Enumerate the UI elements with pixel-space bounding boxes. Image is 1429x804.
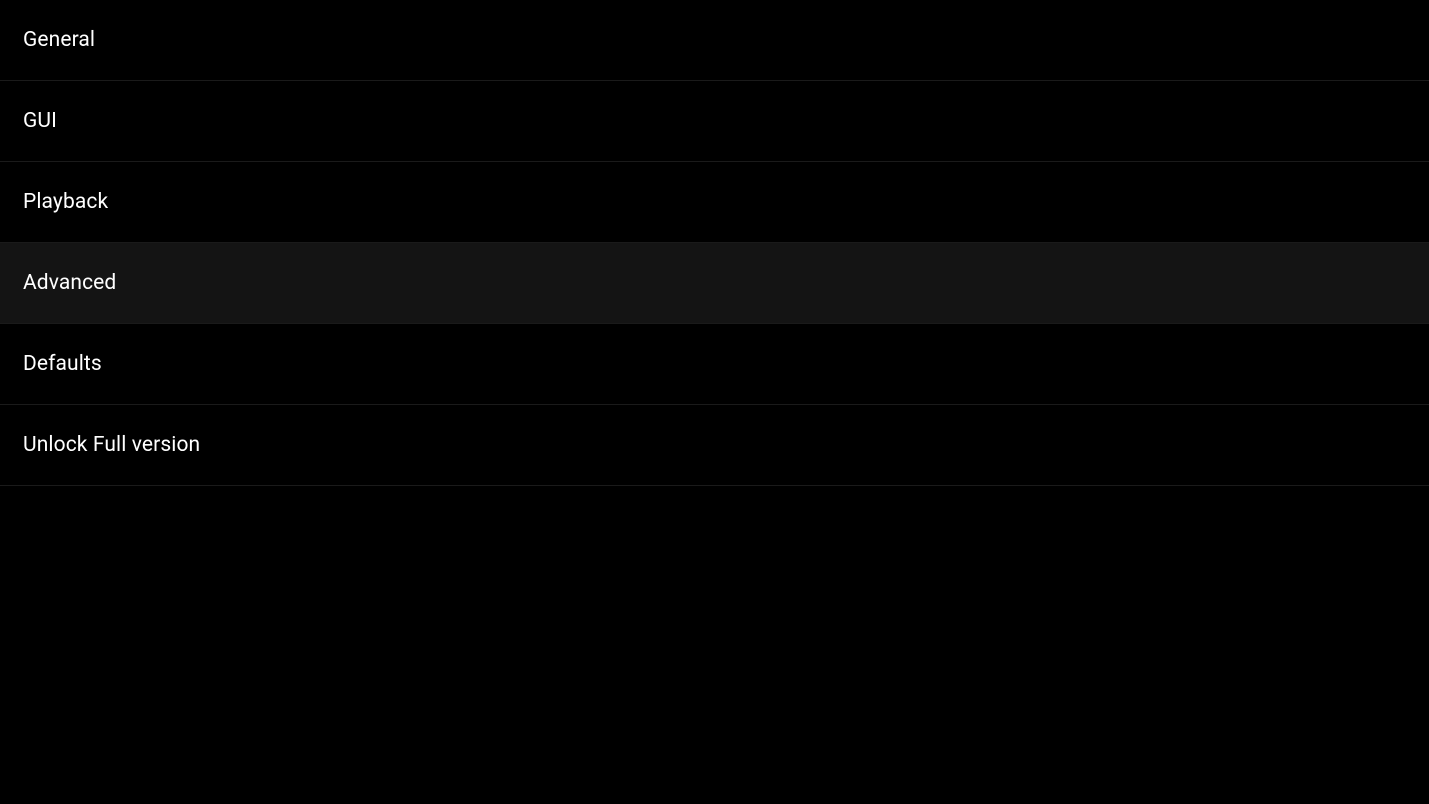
menu-item-unlock-full-version[interactable]: Unlock Full version	[0, 405, 1429, 486]
menu-item-label: Playback	[23, 190, 108, 214]
menu-item-playback[interactable]: Playback	[0, 162, 1429, 243]
menu-item-label: Advanced	[23, 271, 116, 295]
menu-item-general[interactable]: General	[0, 0, 1429, 81]
menu-item-gui[interactable]: GUI	[0, 81, 1429, 162]
settings-menu-list: General GUI Playback Advanced Defaults U…	[0, 0, 1429, 486]
menu-item-label: General	[23, 28, 95, 52]
menu-item-label: GUI	[23, 109, 57, 133]
menu-item-advanced[interactable]: Advanced	[0, 243, 1429, 324]
menu-item-defaults[interactable]: Defaults	[0, 324, 1429, 405]
menu-item-label: Unlock Full version	[23, 433, 200, 457]
menu-item-label: Defaults	[23, 352, 102, 376]
